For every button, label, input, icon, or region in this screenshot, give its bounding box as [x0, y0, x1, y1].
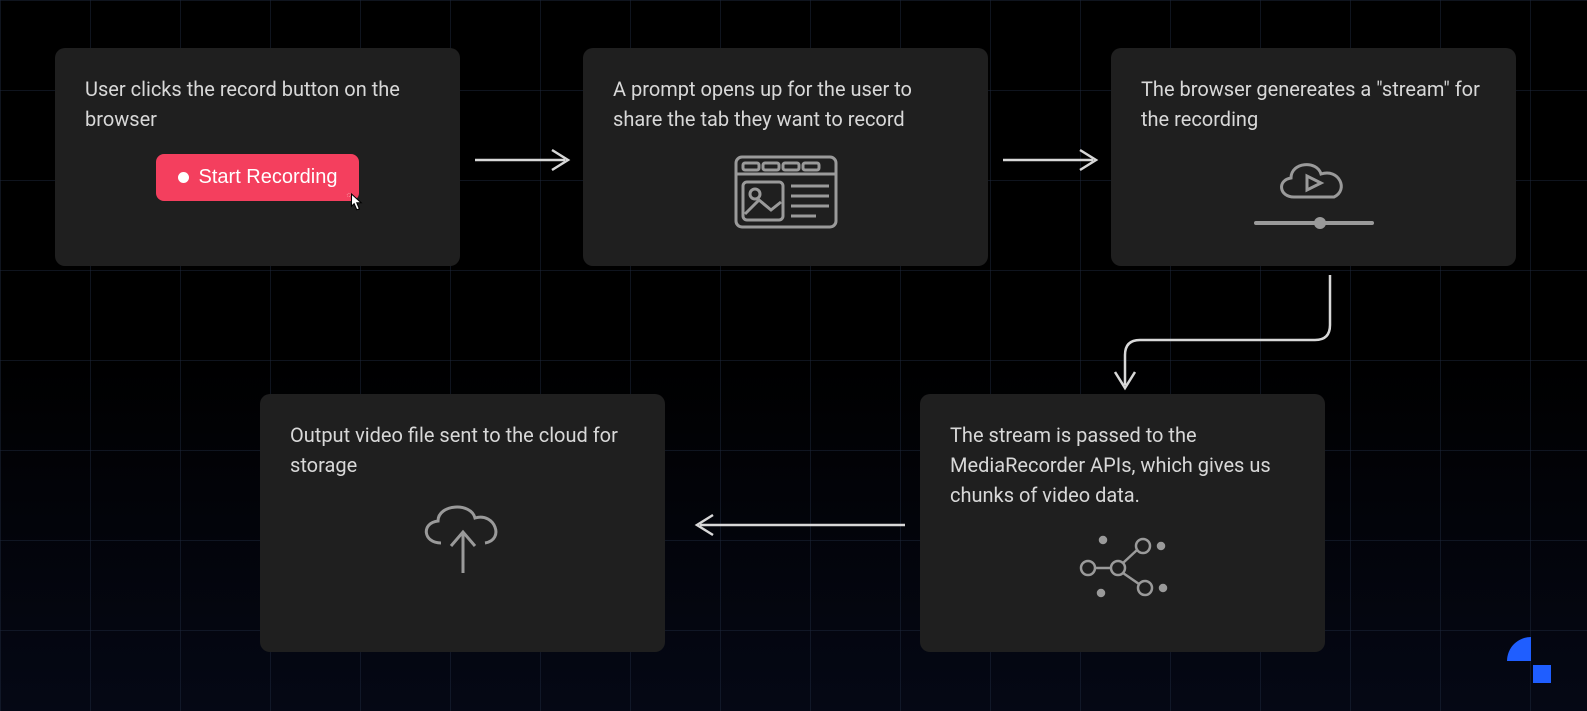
data-chunks-graph-icon — [950, 528, 1295, 603]
start-recording-label: Start Recording — [199, 166, 338, 189]
cloud-upload-icon — [290, 498, 635, 583]
stream-progress-slider — [1254, 221, 1374, 225]
step-5-card: Output video file sent to the cloud for … — [260, 394, 665, 652]
step-4-text: The stream is passed to the MediaRecorde… — [950, 420, 1295, 510]
stream-cloud-icon — [1141, 152, 1486, 225]
step-1-card: User clicks the record button on the bro… — [55, 48, 460, 266]
step-3-text: The browser genereates a "stream" for th… — [1141, 74, 1486, 134]
step-4-card: The stream is passed to the MediaRecorde… — [920, 394, 1325, 652]
arrow-4-to-5 — [680, 510, 910, 540]
start-recording-button[interactable]: Start Recording — [156, 154, 360, 201]
browser-tab-share-icon — [613, 152, 958, 232]
arrow-1-to-2 — [470, 145, 580, 175]
record-dot-icon — [178, 172, 189, 183]
step-2-text: A prompt opens up for the user to share … — [613, 74, 958, 134]
cursor-pointer-icon — [341, 187, 369, 215]
brand-logo-icon — [1501, 631, 1557, 691]
step-1-text: User clicks the record button on the bro… — [85, 74, 430, 134]
step-2-card: A prompt opens up for the user to share … — [583, 48, 988, 266]
arrow-3-to-4 — [1100, 270, 1360, 400]
step-5-text: Output video file sent to the cloud for … — [290, 420, 635, 480]
arrow-2-to-3 — [998, 145, 1108, 175]
step-3-card: The browser genereates a "stream" for th… — [1111, 48, 1516, 266]
